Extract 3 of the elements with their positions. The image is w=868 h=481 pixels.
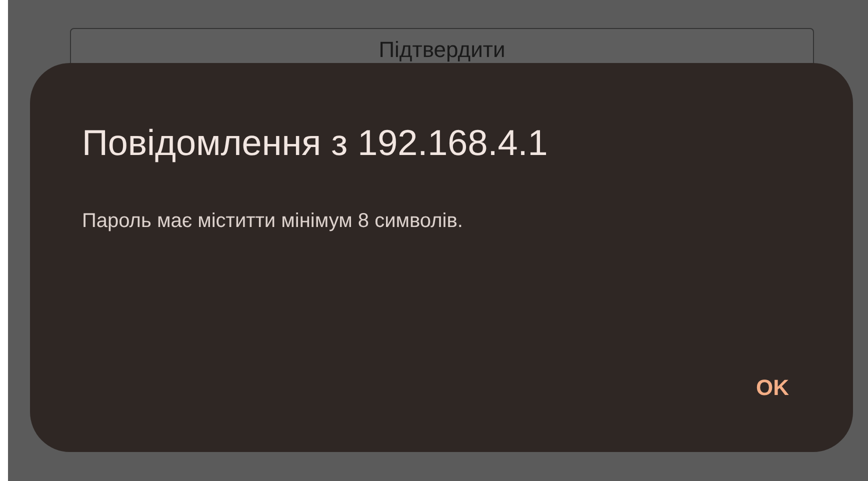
ok-button[interactable]: OK — [744, 363, 801, 412]
dialog-message: Пароль має міститти мінімум 8 символів. — [82, 209, 464, 234]
dialog-title: Повідомлення з 192.168.4.1 — [82, 121, 549, 165]
